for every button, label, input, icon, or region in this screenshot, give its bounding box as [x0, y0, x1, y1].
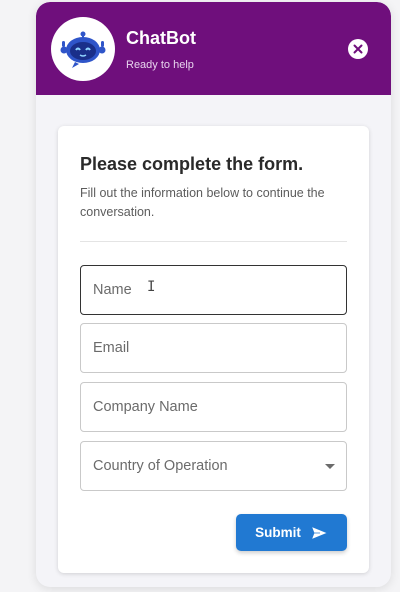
name-field[interactable]: I — [80, 265, 347, 315]
form-description: Fill out the information below to contin… — [80, 186, 325, 219]
country-select[interactable]: Country of Operation — [80, 441, 347, 491]
submit-label: Submit — [255, 525, 301, 540]
send-icon — [310, 525, 328, 540]
chat-status: Ready to help — [126, 59, 194, 71]
email-field[interactable] — [80, 323, 347, 373]
chatbot-widget: ChatBot Ready to help Please complete th… — [36, 2, 391, 587]
submit-button[interactable]: Submit — [236, 514, 347, 551]
divider — [80, 241, 347, 242]
close-icon — [353, 44, 363, 54]
form-card: Please complete the form. Fill out the i… — [58, 126, 369, 573]
text-cursor-icon: I — [147, 279, 156, 295]
chat-title: ChatBot — [126, 28, 196, 48]
form-title: Please complete the form. — [80, 154, 304, 174]
close-button[interactable] — [348, 39, 368, 59]
company-field[interactable] — [80, 382, 347, 432]
robot-icon — [60, 31, 106, 68]
name-input[interactable] — [93, 266, 323, 314]
country-select-label: Country of Operation — [93, 458, 228, 474]
caret-down-icon — [325, 464, 335, 469]
chat-header: ChatBot Ready to help — [36, 2, 391, 95]
bot-avatar — [51, 17, 115, 81]
company-input[interactable] — [93, 383, 323, 431]
email-input[interactable] — [93, 324, 323, 372]
